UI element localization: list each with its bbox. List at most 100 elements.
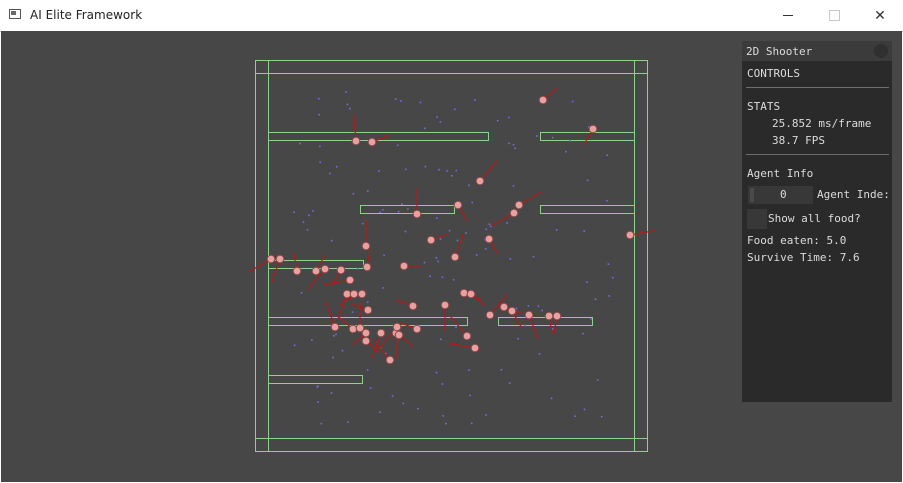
stats-header: STATS [747, 100, 781, 113]
agent [345, 275, 355, 285]
food-dot [456, 239, 459, 242]
agent [412, 324, 422, 334]
food-dot [435, 371, 438, 374]
food-dot [484, 248, 487, 250]
food-dot [401, 203, 403, 205]
agent [361, 336, 371, 346]
food-dot [438, 168, 440, 171]
food-dot [514, 147, 516, 150]
food-eaten: Food eaten: 5.0 [747, 234, 847, 247]
food-dot [429, 275, 431, 277]
food-dot [382, 287, 384, 289]
food-dot [352, 192, 355, 195]
wall [498, 317, 593, 326]
food-dot [318, 113, 320, 116]
food-dot [550, 397, 553, 400]
fps: 38.7 FPS [772, 134, 825, 147]
food-dot [357, 267, 359, 270]
food-dot [369, 387, 372, 389]
panel-collapse-icon[interactable] [874, 44, 888, 58]
food-dot [394, 98, 397, 100]
agent [544, 311, 554, 321]
food-dot [320, 422, 323, 425]
food-dot [316, 386, 319, 388]
minimize-button[interactable] [765, 0, 811, 31]
agent [330, 322, 340, 332]
agent [292, 266, 302, 276]
food-dot [335, 166, 338, 168]
food-dot [569, 139, 571, 142]
food-dot [391, 395, 394, 397]
ms-per-frame: 25.852 ms/frame [772, 117, 872, 130]
food-dot [582, 332, 584, 335]
maximize-icon [828, 10, 840, 21]
food-dot [341, 349, 344, 352]
agent [357, 289, 367, 299]
food-dot [485, 414, 487, 416]
food-dot [423, 261, 426, 264]
food-dot [435, 257, 438, 259]
panel-header[interactable]: 2D Shooter [742, 41, 892, 61]
wall [255, 60, 648, 74]
agent [588, 124, 598, 134]
food-dot [594, 298, 597, 300]
food-dot [586, 179, 589, 182]
food-dot [551, 136, 554, 139]
agent [459, 288, 469, 298]
food-dot [468, 184, 470, 187]
food-dot [446, 170, 448, 172]
food-dot [300, 292, 303, 294]
food-dot [509, 258, 512, 260]
food-dot [508, 382, 511, 384]
wall [268, 317, 468, 326]
food-dot [536, 135, 538, 137]
agent [408, 301, 418, 311]
food-dot [302, 221, 305, 223]
agent [538, 95, 548, 105]
wall [634, 60, 648, 452]
food-dot [537, 305, 540, 308]
agent [320, 264, 330, 274]
slider-grab[interactable] [750, 188, 754, 202]
agent [361, 328, 371, 338]
food-dot [306, 229, 309, 231]
food-dot [419, 101, 422, 104]
food-dot [586, 281, 588, 283]
agent [361, 241, 371, 251]
agent [466, 289, 476, 299]
food-dot [452, 278, 455, 281]
agent [470, 343, 480, 353]
food-dot [404, 168, 407, 171]
food-dot [465, 232, 467, 234]
agent [399, 261, 409, 271]
show-all-food-checkbox[interactable] [747, 209, 767, 229]
agent [336, 265, 346, 275]
wall [268, 375, 363, 384]
food-dot [527, 305, 530, 307]
food-dot [330, 239, 333, 242]
food-dot [332, 356, 334, 359]
close-button[interactable]: ✕ [857, 0, 903, 31]
controls-header[interactable]: CONTROLS [747, 67, 800, 80]
game-viewport[interactable]: 2D Shooter CONTROLS STATS 25.852 ms/fram… [1, 31, 902, 482]
agent [499, 302, 509, 312]
food-dot [471, 201, 474, 204]
agent [394, 330, 404, 340]
agent [484, 234, 494, 244]
food-dot [490, 225, 492, 228]
food-dot [436, 217, 438, 219]
agent [440, 300, 450, 310]
window-title: AI Elite Framework [30, 8, 143, 22]
food-dot [583, 408, 586, 411]
agent [362, 262, 372, 272]
food-dot [330, 392, 333, 394]
agent-index-label: Agent Inde: [817, 188, 890, 201]
maximize-button[interactable] [811, 0, 857, 31]
food-dot [445, 422, 447, 425]
agent [392, 322, 402, 332]
agents [266, 95, 635, 365]
agent [475, 176, 485, 186]
food-dot [451, 175, 453, 177]
agent [453, 200, 463, 210]
agent-index-slider[interactable]: 0 [748, 186, 813, 204]
